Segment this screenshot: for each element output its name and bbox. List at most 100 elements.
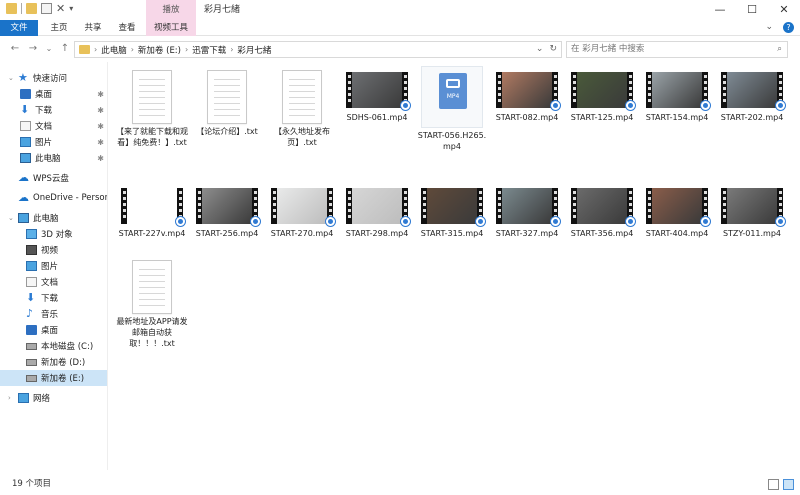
desktop-icon bbox=[26, 325, 37, 335]
file-name: 【来了就能下载和观看】纯免费！】.txt bbox=[116, 127, 188, 147]
sidebar-item-onedrive[interactable]: ☁ OneDrive - Persona bbox=[0, 190, 108, 206]
close-button[interactable]: ✕ bbox=[768, 0, 800, 20]
chevron-right-icon[interactable]: › bbox=[131, 45, 134, 54]
file-item[interactable]: 【永久地址发布页】.txt bbox=[266, 66, 338, 148]
sidebar-item-documents-pinned[interactable]: 文档 ✱ bbox=[0, 118, 107, 134]
sidebar-item-pictures[interactable]: 图片 bbox=[0, 258, 107, 274]
sidebar-item-videos[interactable]: 视频 bbox=[0, 242, 107, 258]
tab-video-tools[interactable]: 视频工具 bbox=[146, 20, 196, 36]
file-item[interactable]: 最新地址及APP请发邮箱自动获取！！！.txt bbox=[116, 256, 188, 349]
text-file-icon bbox=[132, 70, 172, 124]
file-item[interactable]: START-227v.mp4 bbox=[116, 182, 188, 239]
recent-locations-icon[interactable]: ⌄ bbox=[42, 41, 56, 57]
search-input[interactable]: 在 彩月七緒 中搜索 ⌕ bbox=[566, 41, 788, 58]
file-name: START-056.H265.mp4 bbox=[417, 131, 487, 151]
details-view-icon[interactable] bbox=[768, 479, 779, 490]
breadcrumb-thunder-downloads[interactable]: 迅雷下载 bbox=[192, 44, 226, 56]
pin-icon: ✱ bbox=[97, 121, 104, 131]
file-item[interactable]: 【论坛介绍】.txt bbox=[191, 66, 263, 137]
video-thumbnail bbox=[646, 188, 711, 227]
breadcrumb-this-pc[interactable]: 此电脑 bbox=[101, 44, 127, 56]
file-name: 【永久地址发布页】.txt bbox=[274, 127, 330, 147]
chevron-right-icon[interactable]: › bbox=[94, 45, 97, 54]
sidebar-item-downloads[interactable]: ⬇ 下载 bbox=[0, 290, 107, 306]
sidebar-item-quick-access[interactable]: ⌄ ★ 快速访问 bbox=[0, 70, 107, 86]
ribbon: 文件 主页 共享 查看 视频工具 ⌄ ? bbox=[0, 20, 800, 36]
sidebar-item-desktop[interactable]: 桌面 bbox=[0, 322, 107, 338]
maximize-button[interactable]: ☐ bbox=[736, 0, 768, 20]
sidebar-item-drive-c[interactable]: 本地磁盘 (C:) bbox=[0, 338, 107, 354]
tab-file[interactable]: 文件 bbox=[0, 20, 38, 36]
file-item[interactable]: START-327.mp4 bbox=[491, 182, 563, 239]
sidebar-item-this-pc-pinned[interactable]: 此电脑 ✱ bbox=[0, 150, 107, 166]
sidebar-item-pictures-pinned[interactable]: 图片 ✱ bbox=[0, 134, 107, 150]
file-name: 最新地址及APP请发邮箱自动获取！！！.txt bbox=[116, 317, 188, 348]
context-tab-play[interactable]: 播放 bbox=[146, 0, 196, 20]
file-item[interactable]: STZY-011.mp4 bbox=[716, 182, 788, 239]
history-dropdown-icon[interactable]: ⌄ bbox=[536, 44, 544, 54]
file-name: START-154.mp4 bbox=[645, 113, 709, 122]
file-item[interactable]: SDHS-061.mp4 bbox=[341, 66, 413, 123]
file-item[interactable]: START-082.mp4 bbox=[491, 66, 563, 123]
properties-icon[interactable] bbox=[41, 3, 52, 14]
sidebar-item-label: 文档 bbox=[35, 122, 53, 132]
search-placeholder: 在 彩月七緒 中搜索 bbox=[571, 44, 645, 54]
chevron-right-icon[interactable]: › bbox=[8, 394, 16, 402]
file-item[interactable]: START-154.mp4 bbox=[641, 66, 713, 123]
file-item[interactable]: START-356.mp4 bbox=[566, 182, 638, 239]
file-item[interactable]: 【来了就能下载和观看】纯免费！】.txt bbox=[116, 66, 188, 148]
sidebar-item-label: 桌面 bbox=[35, 90, 53, 100]
up-arrow-icon[interactable]: ↑ bbox=[58, 41, 72, 57]
file-item[interactable]: START-270.mp4 bbox=[266, 182, 338, 239]
file-item[interactable]: MP4 START-056.H265.mp4 bbox=[416, 66, 488, 152]
refresh-icon[interactable]: ↻ bbox=[549, 44, 557, 54]
delete-icon[interactable]: ✕ bbox=[56, 3, 65, 14]
search-icon[interactable]: ⌕ bbox=[777, 42, 782, 57]
sidebar-item-downloads-pinned[interactable]: ⬇ 下载 ✱ bbox=[0, 102, 107, 118]
chevron-down-icon[interactable]: ⌄ bbox=[8, 74, 16, 82]
sidebar-item-this-pc[interactable]: ⌄ 此电脑 bbox=[0, 210, 107, 226]
file-name: STZY-011.mp4 bbox=[722, 229, 782, 238]
sidebar-item-desktop-pinned[interactable]: 桌面 ✱ bbox=[0, 86, 107, 102]
new-folder-icon[interactable] bbox=[26, 3, 37, 14]
customize-toolbar-dropdown-icon[interactable]: ▾ bbox=[69, 4, 73, 13]
sidebar-scrollbar[interactable] bbox=[4, 462, 104, 470]
video-thumbnail bbox=[271, 188, 336, 227]
breadcrumb-drive-e[interactable]: 新加卷 (E:) bbox=[138, 44, 181, 56]
sidebar-item-music[interactable]: ♪ 音乐 bbox=[0, 306, 107, 322]
sidebar-item-3d-objects[interactable]: 3D 对象 bbox=[0, 226, 107, 242]
chevron-down-icon[interactable]: ⌄ bbox=[8, 214, 16, 222]
breadcrumb-current-folder[interactable]: 彩月七緒 bbox=[237, 44, 271, 56]
file-name: START-227v.mp4 bbox=[118, 229, 186, 238]
sidebar-item-drive-d[interactable]: 新加卷 (D:) bbox=[0, 354, 107, 370]
title-bar: ✕ ▾ 播放 彩月七緒 — ☐ ✕ bbox=[0, 0, 800, 20]
pictures-icon bbox=[20, 137, 31, 147]
file-item[interactable]: START-298.mp4 bbox=[341, 182, 413, 239]
computer-icon bbox=[20, 153, 31, 163]
file-name: START-327.mp4 bbox=[495, 229, 559, 238]
sidebar-item-label: OneDrive - Persona bbox=[33, 193, 108, 203]
sidebar-item-label: 此电脑 bbox=[33, 214, 59, 224]
expand-ribbon-icon[interactable]: ⌄ bbox=[765, 22, 773, 33]
chevron-right-icon[interactable]: › bbox=[230, 45, 233, 54]
file-item[interactable]: START-404.mp4 bbox=[641, 182, 713, 239]
large-icons-view-icon[interactable] bbox=[783, 479, 794, 490]
file-item[interactable]: START-202.mp4 bbox=[716, 66, 788, 123]
chevron-right-icon[interactable]: › bbox=[185, 45, 188, 54]
minimize-button[interactable]: — bbox=[704, 0, 736, 20]
tab-share[interactable]: 共享 bbox=[78, 20, 108, 36]
address-bar[interactable]: › 此电脑 › 新加卷 (E:) › 迅雷下载 › 彩月七緒 ⌄ ↻ bbox=[74, 41, 562, 58]
sidebar-item-drive-e[interactable]: 新加卷 (E:) bbox=[0, 370, 107, 386]
tab-view[interactable]: 查看 bbox=[112, 20, 142, 36]
sidebar-item-network[interactable]: › 网络 bbox=[0, 390, 107, 406]
back-arrow-icon[interactable]: ← bbox=[8, 41, 22, 57]
help-icon[interactable]: ? bbox=[783, 22, 794, 33]
tab-home[interactable]: 主页 bbox=[44, 20, 74, 36]
sidebar-item-documents[interactable]: 文档 bbox=[0, 274, 107, 290]
file-name: SDHS-061.mp4 bbox=[346, 113, 408, 122]
sidebar-item-wps-cloud[interactable]: ☁ WPS云盘 bbox=[0, 170, 107, 186]
file-item[interactable]: START-315.mp4 bbox=[416, 182, 488, 239]
file-item[interactable]: START-125.mp4 bbox=[566, 66, 638, 123]
file-item[interactable]: START-256.mp4 bbox=[191, 182, 263, 239]
forward-arrow-icon[interactable]: → bbox=[26, 41, 40, 57]
